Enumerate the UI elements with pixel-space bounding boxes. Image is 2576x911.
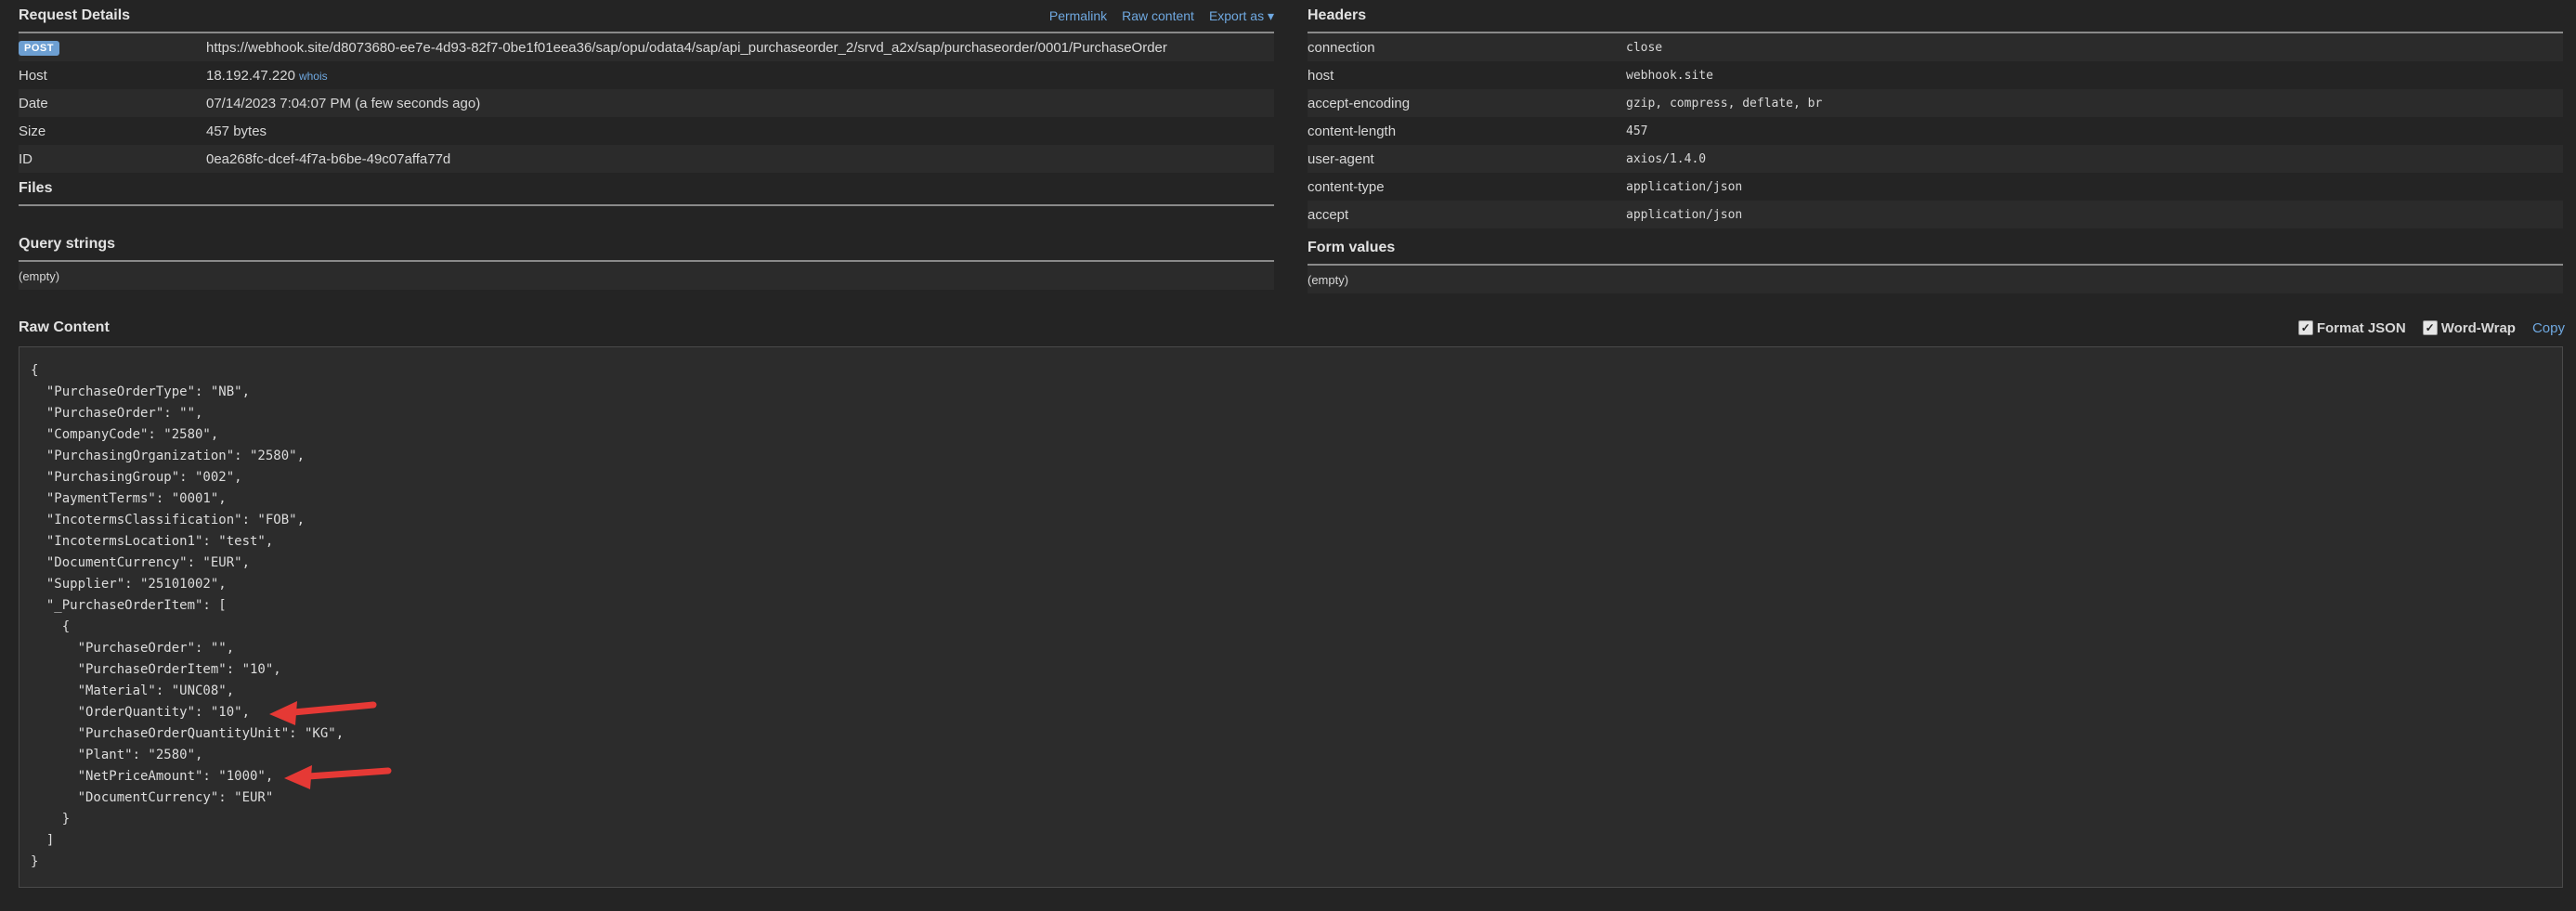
section-title-files: Files: [19, 180, 53, 196]
host-ip: 18.192.47.220: [206, 67, 295, 84]
headers-header: Headers: [1308, 0, 2563, 33]
request-row-host: Host 18.192.47.220 whois: [19, 61, 1274, 89]
checkbox-checked-icon[interactable]: ✓: [2422, 320, 2438, 335]
request-row-size: Size 457 bytes: [19, 117, 1274, 145]
header-name: user-agent: [1308, 150, 1374, 167]
request-label: Size: [19, 123, 46, 139]
files-header: Files: [19, 173, 1274, 206]
request-label: Date: [19, 95, 48, 111]
request-actions: Permalink Raw content Export as ▾: [1049, 8, 1274, 24]
request-details-panel: Request Details Permalink Raw content Ex…: [19, 0, 1274, 290]
header-row: accept-encoding gzip, compress, deflate, …: [1308, 89, 2563, 117]
header-name: accept: [1308, 206, 1349, 223]
section-title-form-values: Form values: [1308, 240, 1396, 255]
form-values-empty: (empty): [1308, 266, 2563, 293]
header-value: application/json: [1626, 179, 1743, 194]
section-title-headers: Headers: [1308, 7, 1367, 23]
request-rows: POST https://webhook.site/d8073680-ee7e-…: [19, 33, 1274, 173]
request-value: 457 bytes: [206, 123, 267, 139]
permalink-link[interactable]: Permalink: [1049, 8, 1107, 24]
query-strings-empty: (empty): [19, 262, 1274, 290]
word-wrap-toggle[interactable]: ✓ Word-Wrap: [2422, 319, 2516, 336]
request-row-date: Date 07/14/2023 7:04:07 PM (a few second…: [19, 89, 1274, 117]
request-value: 0ea268fc-dcef-4f7a-b6be-49c07affa77d: [206, 150, 451, 167]
request-value: 18.192.47.220 whois: [206, 68, 1274, 84]
form-values-header: Form values: [1308, 232, 2563, 266]
request-details-header: Request Details Permalink Raw content Ex…: [19, 0, 1274, 33]
request-label: ID: [19, 150, 33, 167]
header-value: application/json: [1626, 207, 1743, 222]
request-url-row: POST https://webhook.site/d8073680-ee7e-…: [19, 33, 1274, 61]
header-row: connection close: [1308, 33, 2563, 61]
annotation-arrow-icon: [284, 765, 392, 789]
section-title-request: Request Details: [19, 7, 131, 23]
export-as-dropdown[interactable]: Export as ▾: [1209, 8, 1274, 24]
word-wrap-label: Word-Wrap: [2440, 319, 2516, 336]
header-name: accept-encoding: [1308, 95, 1411, 111]
header-row: accept application/json: [1308, 201, 2563, 228]
raw-content-header: Raw Content ✓ Format JSON ✓ Word-Wrap Copy: [19, 309, 2565, 346]
checkbox-checked-icon[interactable]: ✓: [2297, 320, 2313, 335]
request-row-id: ID 0ea268fc-dcef-4f7a-b6be-49c07affa77d: [19, 145, 1274, 173]
header-value: gzip, compress, deflate, br: [1626, 96, 1823, 111]
request-label: Host: [19, 67, 47, 84]
header-value: webhook.site: [1626, 68, 1713, 83]
header-row: host webhook.site: [1308, 61, 2563, 89]
request-url-link[interactable]: https://webhook.site/d8073680-ee7e-4d93-…: [206, 40, 1274, 56]
format-json-toggle[interactable]: ✓ Format JSON: [2297, 319, 2406, 336]
header-row: content-length 457: [1308, 117, 2563, 145]
header-name: host: [1308, 67, 1334, 84]
raw-content-body[interactable]: { "PurchaseOrderType": "NB", "PurchaseOr…: [19, 346, 2563, 888]
query-strings-header: Query strings: [19, 228, 1274, 262]
header-name: content-length: [1308, 123, 1397, 139]
raw-content-link[interactable]: Raw content: [1122, 8, 1194, 24]
copy-button[interactable]: Copy: [2532, 320, 2565, 336]
header-name: content-type: [1308, 178, 1385, 195]
header-value: 457: [1626, 124, 1648, 138]
header-value: close: [1626, 40, 1663, 55]
section-title-raw: Raw Content: [19, 319, 110, 335]
headers-rows: connection close host webhook.site accept-…: [1308, 33, 2563, 228]
annotation-arrow-icon: [269, 701, 377, 725]
method-cell: POST: [19, 39, 206, 56]
format-json-label: Format JSON: [2316, 319, 2406, 336]
header-row: content-type application/json: [1308, 173, 2563, 201]
header-value: axios/1.4.0: [1626, 151, 1707, 166]
raw-controls: ✓ Format JSON ✓ Word-Wrap Copy: [2282, 320, 2565, 336]
request-value: 07/14/2023 7:04:07 PM (a few seconds ago…: [206, 95, 481, 111]
headers-panel: Headers connection close host webhook.site…: [1308, 0, 2563, 293]
whois-link[interactable]: whois: [299, 70, 328, 83]
section-title-query: Query strings: [19, 236, 116, 252]
method-badge: POST: [19, 41, 59, 56]
header-name: connection: [1308, 39, 1375, 56]
header-row: user-agent axios/1.4.0: [1308, 145, 2563, 173]
